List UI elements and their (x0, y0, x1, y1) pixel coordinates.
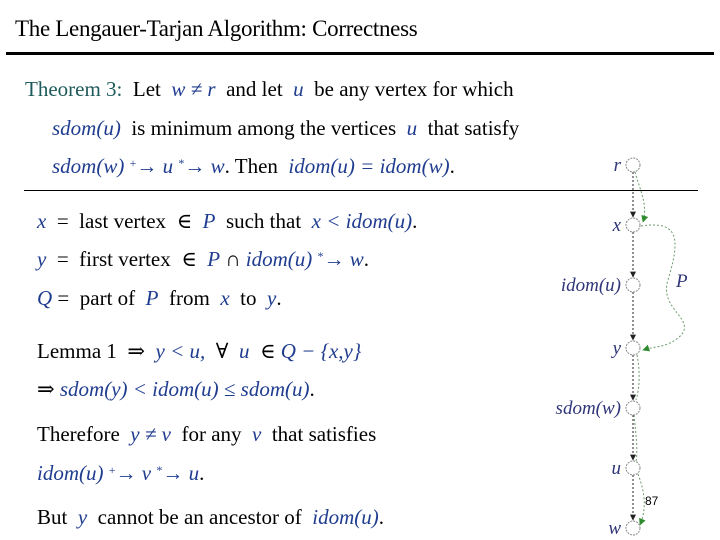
node-idom_u (625, 277, 641, 293)
diagram-nodes: r x idom(u) y sdom(w) u w (556, 155, 641, 539)
page-number: 87 (645, 494, 659, 508)
node-u (625, 460, 641, 476)
node-label-idom_u: idom(u) (561, 275, 621, 296)
node-y (625, 340, 641, 356)
node-label-x: x (612, 215, 622, 236)
node-label-u: u (612, 458, 622, 479)
node-sdom_w (625, 400, 641, 416)
node-label-r: r (614, 155, 622, 176)
node-w (625, 520, 641, 536)
node-r (625, 157, 641, 173)
path-edge-u-to-w (637, 473, 646, 526)
dominator-tree-diagram: r x idom(u) y sdom(w) u w P 87 (556, 155, 688, 539)
path-edge-y-to-sdom (635, 354, 640, 401)
node-label-sdom_w: sdom(w) (556, 398, 621, 419)
path-edge-r-to-x (634, 171, 649, 223)
node-label-y: y (611, 338, 622, 359)
node-x (625, 217, 641, 233)
path-edges (633, 171, 685, 526)
path-edge-sdom-to-u (633, 414, 638, 463)
node-label-w: w (608, 518, 621, 539)
path-label-P: P (675, 271, 688, 292)
